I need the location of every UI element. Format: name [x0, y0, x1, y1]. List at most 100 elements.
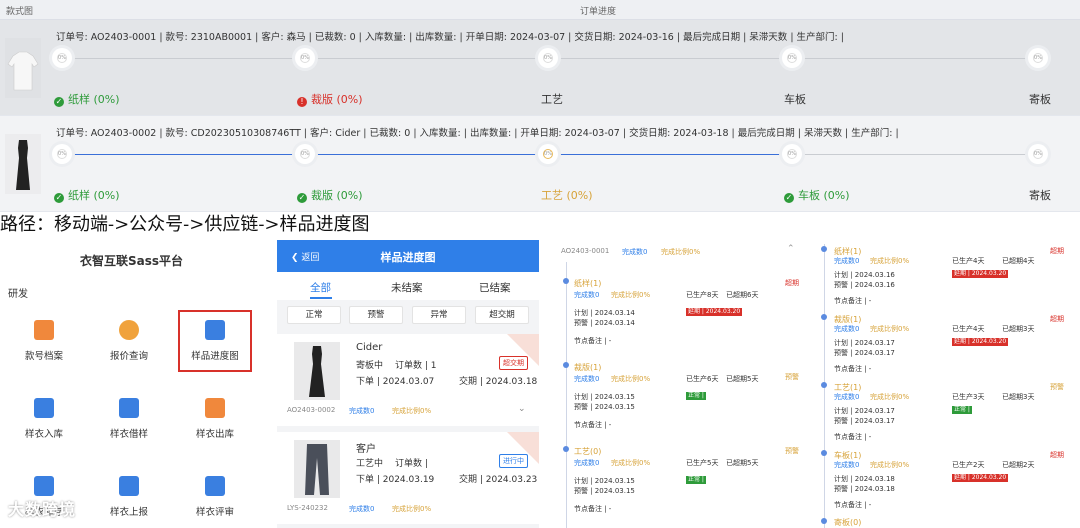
- progress-node[interactable]: 0%: [782, 144, 802, 164]
- stage-craft: 工艺 (0%): [541, 189, 593, 202]
- timeline-step: 工艺(0) 预警 完成数0 完成比例0% 已生产5天 已超期5天 计划 | 20…: [556, 444, 802, 528]
- order-info: 订单号: AO2403-0001 | 款号: 2310AB0001 | 客户: …: [56, 32, 844, 43]
- page-title: 样品进度图: [380, 251, 436, 264]
- mobile-menu-panel: 衣智互联Sass平台 研发 款号档案 报价查询 样品进度图 样衣入库 样衣借样 …: [0, 240, 263, 528]
- table-header: 款式图 订单进度: [0, 0, 1080, 20]
- shirt-review-icon: [205, 476, 225, 496]
- timeline-dot: [821, 246, 827, 252]
- timeline-step: 车板(1) 超期 完成数0 完成比例0% 已生产2天 已超期2天 计划 | 20…: [812, 448, 1080, 512]
- done-count: 完成数0: [349, 407, 375, 415]
- timeline-step: 工艺(1) 预警 完成数0 完成比例0% 已生产3天 已超期3天 计划 | 20…: [812, 380, 1080, 444]
- progress-node[interactable]: 0%: [538, 144, 558, 164]
- stage-shipping: 寄板: [1029, 189, 1051, 202]
- timeline-step: 裁版(1) 超期 完成数0 完成比例0% 已生产4天 已超期3天 计划 | 20…: [812, 312, 1080, 376]
- check-circle-icon: ✓: [54, 97, 64, 107]
- done-count: 完成数0: [349, 505, 375, 513]
- tab-bar: 全部 未结案 已结案: [277, 272, 539, 300]
- progress-node[interactable]: 0%: [295, 48, 315, 68]
- list-item[interactable]: 客户 工艺中 订单数 | 进行中 下单 | 2024.03.19 交期 | 20…: [277, 432, 539, 524]
- order-code: AO2403-0002: [287, 406, 336, 414]
- timeline-dot: [821, 382, 827, 388]
- progress-node[interactable]: 0%: [1028, 144, 1048, 164]
- status-badge: 超交期: [499, 356, 528, 370]
- col-style-header: 款式图: [6, 7, 34, 17]
- tab-closed[interactable]: 已结案: [479, 280, 511, 295]
- stage-pattern: ✓ 纸样 (0%): [54, 93, 120, 107]
- detail-timeline-left: AO2403-0001 完成数0 完成比例0% ⌃ 纸样(1) 超期 完成数0 …: [556, 240, 802, 528]
- order-info: 订单号: AO2403-0002 | 款号: CD20230510308746T…: [56, 128, 899, 139]
- alert-circle-icon: !: [297, 97, 307, 107]
- tab-all[interactable]: 全部: [310, 280, 331, 295]
- menu-item-sample-in[interactable]: 样衣入库: [4, 398, 84, 440]
- menu-item-sample-review[interactable]: 样衣评审: [175, 476, 255, 518]
- timeline-step: 纸样(1) 超期 完成数0 完成比例0% 已生产4天 已超期4天 计划 | 20…: [812, 244, 1080, 310]
- timeline-step: 裁版(1) 预警 完成数0 完成比例0% 已生产6天 已超期5天 计划 | 20…: [556, 360, 802, 440]
- filter-overdue[interactable]: 超交期: [475, 306, 529, 324]
- filter-warning[interactable]: 预警: [349, 306, 403, 324]
- progress-node[interactable]: 0%: [52, 144, 72, 164]
- timeline-dot: [821, 314, 827, 320]
- order-code: LYS-240232: [287, 504, 328, 512]
- platform-title: 衣智互联Sass平台: [79, 254, 184, 268]
- timeline-dot: [821, 518, 827, 524]
- stage-shipping: 寄板: [1029, 93, 1051, 106]
- stage-pattern: ✓ 纸样 (0%): [54, 189, 120, 203]
- black-dress-thumbnail: [5, 134, 41, 194]
- timeline-dot: [563, 446, 569, 452]
- app-header: ❮ 返回 样品进度图: [277, 240, 539, 272]
- customer-name: 客户: [356, 444, 376, 455]
- timeline-dot: [821, 450, 827, 456]
- menu-item-sample-progress[interactable]: 样品进度图: [175, 320, 255, 362]
- check-circle-icon: ✓: [297, 193, 307, 203]
- shirt-in-icon: [34, 398, 54, 418]
- shirt-out-icon: [205, 398, 225, 418]
- done-ratio: 完成比例0%: [392, 407, 432, 415]
- shirt-stock-icon: [34, 476, 54, 496]
- tab-open[interactable]: 未结案: [391, 280, 423, 295]
- chevron-down-icon[interactable]: ⌄: [518, 404, 526, 414]
- card-status: 寄板中: [356, 361, 384, 371]
- filter-abnormal[interactable]: 异常: [412, 306, 466, 324]
- progress-track-done: [62, 154, 797, 155]
- detail-timeline-right: 纸样(1) 超期 完成数0 完成比例0% 已生产4天 已超期4天 计划 | 20…: [812, 240, 1080, 528]
- progress-chart-icon: [205, 320, 225, 340]
- document-icon: [34, 320, 54, 340]
- stage-sewing: 车板: [784, 93, 806, 106]
- mobile-list-panel: ❮ 返回 样品进度图 全部 未结案 已结案 正常 预警 异常 超交期 Cider…: [277, 240, 539, 528]
- order-code: AO2403-0001: [561, 247, 610, 255]
- card-status: 工艺中: [356, 459, 384, 469]
- menu-item-quote-query[interactable]: 报价查询: [89, 320, 169, 362]
- customer-name: Cider: [356, 342, 383, 353]
- progress-node[interactable]: 0%: [782, 48, 802, 68]
- done-ratio: 完成比例0%: [661, 248, 701, 256]
- delivery-date: 交期 | 2024.03.18: [459, 377, 538, 387]
- progress-node[interactable]: 0%: [538, 48, 558, 68]
- progress-track: [797, 154, 1040, 155]
- stage-craft: 工艺: [541, 93, 563, 106]
- table-row[interactable]: 订单号: AO2403-0001 | 款号: 2310AB0001 | 客户: …: [0, 20, 1080, 116]
- delivery-date: 交期 | 2024.03.23: [459, 475, 538, 485]
- chevron-up-icon[interactable]: ⌃: [787, 244, 795, 254]
- menu-item-sample-borrow[interactable]: 样衣借样: [89, 398, 169, 440]
- white-tshirt-thumbnail: [5, 38, 41, 98]
- check-circle-icon: ✓: [54, 193, 64, 203]
- progress-node[interactable]: 0%: [1028, 48, 1048, 68]
- last-step-label: 寄板(0): [834, 518, 862, 527]
- timeline-step: 纸样(1) 超期 完成数0 完成比例0% 已生产8天 已超期6天 计划 | 20…: [556, 276, 802, 356]
- timeline-dot: [563, 278, 569, 284]
- order-date: 下单 | 2024.03.19: [356, 475, 435, 485]
- table-row[interactable]: 订单号: AO2403-0002 | 款号: CD20230510308746T…: [0, 116, 1080, 212]
- order-date: 下单 | 2024.03.07: [356, 377, 435, 387]
- stage-cutting: ! 裁版 (0%): [297, 91, 363, 107]
- status-badge: 进行中: [499, 454, 528, 468]
- shirt-report-icon: [119, 476, 139, 496]
- filter-normal[interactable]: 正常: [287, 306, 341, 324]
- stage-cutting: ✓ 裁版 (0%): [297, 189, 363, 203]
- menu-item-sample-out[interactable]: 样衣出库: [175, 398, 255, 440]
- progress-node[interactable]: 0%: [295, 144, 315, 164]
- progress-node[interactable]: 0%: [52, 48, 72, 68]
- section-label: 研发: [8, 289, 28, 300]
- menu-item-sample-report[interactable]: 样衣上报: [89, 476, 169, 518]
- menu-item-style-archive[interactable]: 款号档案: [4, 320, 84, 362]
- list-item[interactable]: Cider 寄板中 订单数 | 1 超交期 下单 | 2024.03.07 交期…: [277, 334, 539, 426]
